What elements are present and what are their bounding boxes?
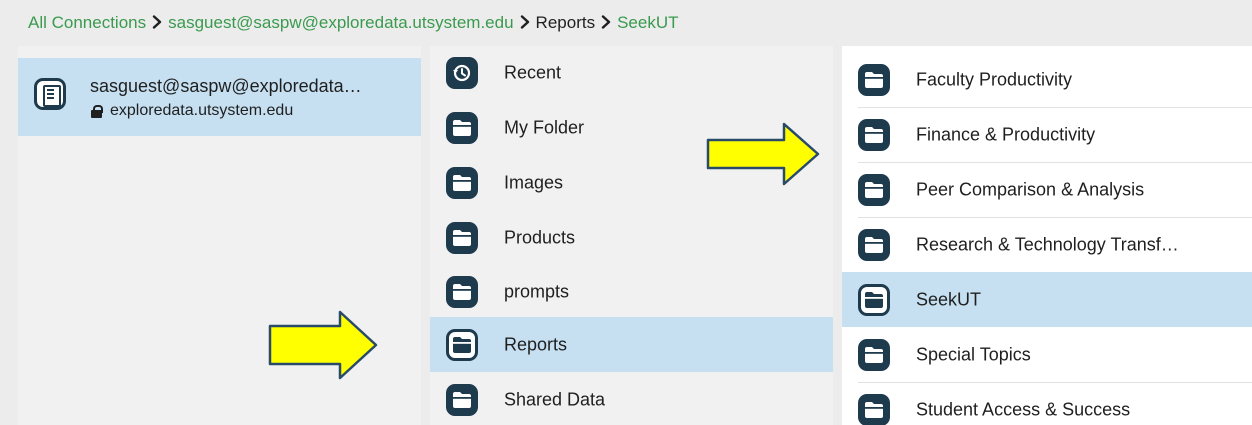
- report-label: Research & Technology Transf…: [916, 234, 1179, 254]
- report-item-special-topics[interactable]: Special Topics: [842, 327, 1252, 382]
- connection-item[interactable]: sasguest@saspw@exploredata… exploredata.…: [18, 58, 421, 136]
- folder-icon: [446, 275, 478, 308]
- chevron-right-icon: [595, 13, 617, 33]
- folder-item-reports[interactable]: Reports: [430, 317, 833, 372]
- report-item-faculty-productivity[interactable]: Faculty Productivity: [842, 52, 1252, 107]
- report-item-peer-comparison[interactable]: Peer Comparison & Analysis: [842, 162, 1252, 217]
- folder-label: Shared Data: [504, 389, 606, 409]
- folder-icon: [446, 111, 478, 144]
- folder-icon: [858, 173, 890, 206]
- folder-icon: [446, 221, 478, 254]
- folder-label: My Folder: [504, 117, 585, 137]
- breadcrumb-seekut[interactable]: SeekUT: [617, 13, 678, 33]
- report-item-finance-productivity[interactable]: Finance & Productivity: [842, 107, 1252, 162]
- report-item-student-access[interactable]: Student Access & Success: [842, 382, 1252, 425]
- report-label: Special Topics: [916, 344, 1031, 364]
- connection-host-text: exploredata.utsystem.edu: [110, 102, 294, 119]
- connection-host: exploredata.utsystem.edu: [90, 102, 293, 120]
- reports-column: Faculty Productivity Finance & Productiv…: [842, 46, 1252, 425]
- folder-item-recent[interactable]: Recent: [430, 46, 833, 100]
- breadcrumb: All Connections sasguest@saspw@exploreda…: [0, 0, 1252, 46]
- folder-icon: [858, 283, 890, 316]
- report-label: Faculty Productivity: [916, 69, 1073, 89]
- folder-label: prompts: [504, 281, 570, 301]
- folder-label: Products: [504, 227, 576, 247]
- folder-label: Reports: [504, 334, 568, 354]
- chevron-right-icon: [514, 13, 536, 33]
- annotation-arrow: [268, 310, 378, 380]
- folder-item-prompts[interactable]: prompts: [430, 264, 833, 319]
- folder-label: Images: [504, 172, 564, 192]
- connection-name: sasguest@saspw@exploredata…: [90, 76, 362, 96]
- report-label: Student Access & Success: [916, 399, 1131, 419]
- folder-icon: [858, 338, 890, 371]
- folder-icon: [446, 383, 478, 416]
- report-label: Finance & Productivity: [916, 124, 1096, 144]
- report-item-research-technology[interactable]: Research & Technology Transf…: [842, 217, 1252, 272]
- breadcrumb-reports[interactable]: Reports: [536, 13, 596, 33]
- folder-label: Recent: [504, 62, 562, 82]
- annotation-arrow: [706, 122, 820, 186]
- server-icon: [34, 78, 66, 110]
- folder-item-shared-data[interactable]: Shared Data: [430, 372, 833, 425]
- folder-icon: [446, 166, 478, 199]
- chevron-right-icon: [146, 13, 168, 33]
- breadcrumb-connection[interactable]: sasguest@saspw@exploredata.utsystem.edu: [168, 13, 513, 33]
- lock-icon: [90, 104, 104, 118]
- report-label: SeekUT: [916, 289, 982, 309]
- report-item-seekut[interactable]: SeekUT: [842, 272, 1252, 327]
- folder-item-products[interactable]: Products: [430, 210, 833, 265]
- history-icon: [446, 56, 478, 89]
- folder-icon: [858, 393, 890, 425]
- folders-column: Recent My Folder Images Products prompts…: [430, 46, 833, 425]
- folder-icon: [858, 63, 890, 96]
- report-label: Peer Comparison & Analysis: [916, 179, 1145, 199]
- folder-icon: [858, 228, 890, 261]
- folder-icon: [446, 328, 478, 361]
- folder-icon: [858, 118, 890, 151]
- breadcrumb-all-connections[interactable]: All Connections: [28, 13, 146, 33]
